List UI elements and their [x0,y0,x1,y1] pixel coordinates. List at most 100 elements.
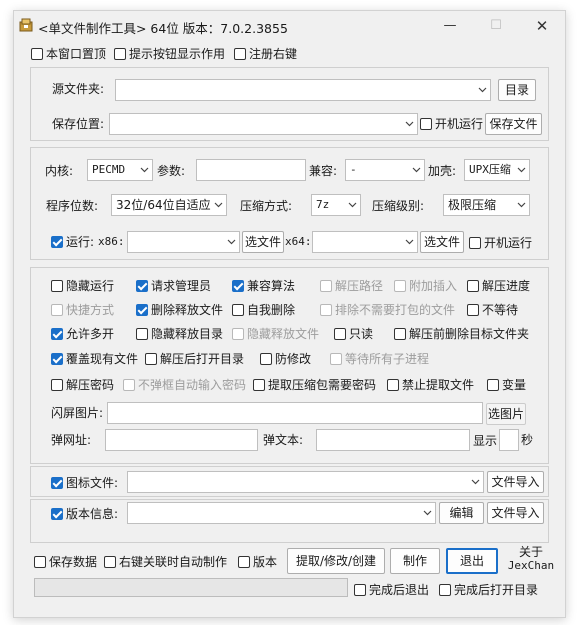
x64-combo[interactable] [312,231,418,253]
params-label: 参数: [157,164,186,178]
checkbox-box [51,379,63,391]
popup-url-input[interactable] [105,429,258,451]
dir-button[interactable]: 目录 [498,79,536,101]
checkbox-label: 隐藏运行 [66,279,115,293]
checkbox-box [136,328,148,340]
option-checkbox[interactable]: 覆盖现有文件 [51,350,138,367]
bits-combo[interactable]: 32位/64位自适应 [111,194,227,216]
open-after-checkbox[interactable]: 完成后打开目录 [439,581,538,598]
checkbox-box [320,280,332,292]
register-context-menu-checkbox[interactable]: 注册右键 [234,45,297,62]
checkbox-label: 解压后打开目录 [160,352,245,366]
chevron-down-icon [214,202,223,208]
version-info-checkbox[interactable]: 版本信息: [51,505,118,522]
chevron-down-icon [405,121,414,127]
option-checkbox[interactable]: 变量 [487,376,526,393]
show-tooltips-checkbox[interactable]: 提示按钮显示作用 [114,45,225,62]
checkbox-label: 允许多开 [66,327,115,341]
kernel-combo[interactable]: PECMD [87,159,153,181]
compat-combo[interactable]: - [345,159,425,181]
shell-combo[interactable]: UPX压缩 [464,159,530,181]
option-checkbox[interactable]: 防修改 [260,350,311,367]
splash-label: 闪屏图片: [51,406,104,420]
about-label: 关于 [518,545,543,559]
compress-level-combo[interactable]: 极限压缩 [443,194,530,216]
icon-file-combo[interactable] [127,471,484,493]
splash-input[interactable] [107,402,483,424]
exit-after-checkbox[interactable]: 完成后退出 [354,581,429,598]
about-link[interactable]: 关于 JexChan [506,545,556,573]
icon-file-checkbox[interactable]: 图标文件: [51,474,118,491]
chevron-down-icon [412,167,421,173]
checkbox-box [34,556,46,568]
option-checkbox[interactable]: 解压后打开目录 [145,350,244,367]
x86-combo[interactable] [127,231,240,253]
right-click-auto-checkbox[interactable]: 右键关联时自动制作 [104,553,227,570]
run-checkbox[interactable]: 运行: [51,233,94,250]
option-checkbox[interactable]: 只读 [334,325,373,342]
checkbox-box [123,379,135,391]
choose-x64-button[interactable]: 选文件 [420,231,464,253]
autorun-checkbox-1[interactable]: 开机运行 [420,115,483,132]
popup-text-input[interactable] [316,429,470,451]
exit-button[interactable]: 退出 [446,548,498,574]
autorun-checkbox-2[interactable]: 开机运行 [469,234,532,251]
checkbox-box [51,477,63,489]
combo-value: UPX压缩 [469,163,511,176]
checkbox-label: 解压前删除目标文件夹 [409,327,530,341]
option-checkbox[interactable]: 允许多开 [51,325,114,342]
main-window: <单文件制作工具> 64位 版本：7.0.2.3855 — ☐ ✕ 本窗口置顶 … [13,10,566,618]
option-checkbox[interactable]: 自我删除 [232,301,295,318]
checkbox-box [104,556,116,568]
option-checkbox[interactable]: 兼容算法 [232,277,295,294]
save-data-checkbox[interactable]: 保存数据 [34,553,97,570]
always-on-top-checkbox[interactable]: 本窗口置顶 [31,45,106,62]
extract-modify-create-button[interactable]: 提取/修改/创建 [287,548,385,574]
save-file-button[interactable]: 保存文件 [485,113,542,135]
version-checkbox[interactable]: 版本 [238,553,277,570]
checkbox-box [253,379,265,391]
combo-value: 极限压缩 [448,198,497,212]
checkbox-box [232,328,244,340]
checkbox-label: 请求管理员 [151,279,212,293]
close-button[interactable]: ✕ [519,11,565,41]
checkbox-box [31,48,43,60]
maximize-button[interactable]: ☐ [473,11,519,41]
choose-image-button[interactable]: 选图片 [486,403,526,425]
checkbox-label: 完成后退出 [369,583,430,597]
checkbox-box [387,379,399,391]
option-checkbox[interactable]: 解压前删除目标文件夹 [394,325,529,342]
version-info-combo[interactable] [127,502,436,524]
save-location-combo[interactable] [109,113,418,135]
option-checkbox[interactable]: 不等待 [467,301,518,318]
checkbox-box [51,280,63,292]
option-checkbox[interactable]: 解压进度 [467,277,530,294]
checkbox-box [394,280,406,292]
checkbox-box [136,304,148,316]
option-checkbox[interactable]: 提取压缩包需要密码 [253,376,376,393]
option-checkbox[interactable]: 隐藏释放目录 [136,325,223,342]
icon-import-button[interactable]: 文件导入 [487,471,544,493]
edit-version-button[interactable]: 编辑 [439,502,484,524]
option-checkbox[interactable]: 解压密码 [51,376,114,393]
checkbox-box [51,236,63,248]
checkbox-box [334,328,346,340]
option-checkbox[interactable]: 隐藏运行 [51,277,114,294]
source-folder-combo[interactable] [115,79,491,101]
option-checkbox[interactable]: 禁止提取文件 [387,376,474,393]
make-button[interactable]: 制作 [390,548,440,574]
compress-method-combo[interactable]: 7z [311,194,361,216]
params-input[interactable] [196,159,306,181]
choose-x86-button[interactable]: 选文件 [242,231,284,253]
compress-method-label: 压缩方式: [240,199,293,213]
checkbox-label: 快捷方式 [66,303,115,317]
version-import-button[interactable]: 文件导入 [487,502,544,524]
checkbox-label: 完成后打开目录 [454,583,539,597]
checkbox-box [114,48,126,60]
seconds-input[interactable] [499,429,519,451]
minimize-button[interactable]: — [427,11,473,41]
show-label: 显示 [473,434,498,448]
checkbox-label: 版本信息: [66,507,119,521]
option-checkbox[interactable]: 删除释放文件 [136,301,223,318]
option-checkbox[interactable]: 请求管理员 [136,277,211,294]
